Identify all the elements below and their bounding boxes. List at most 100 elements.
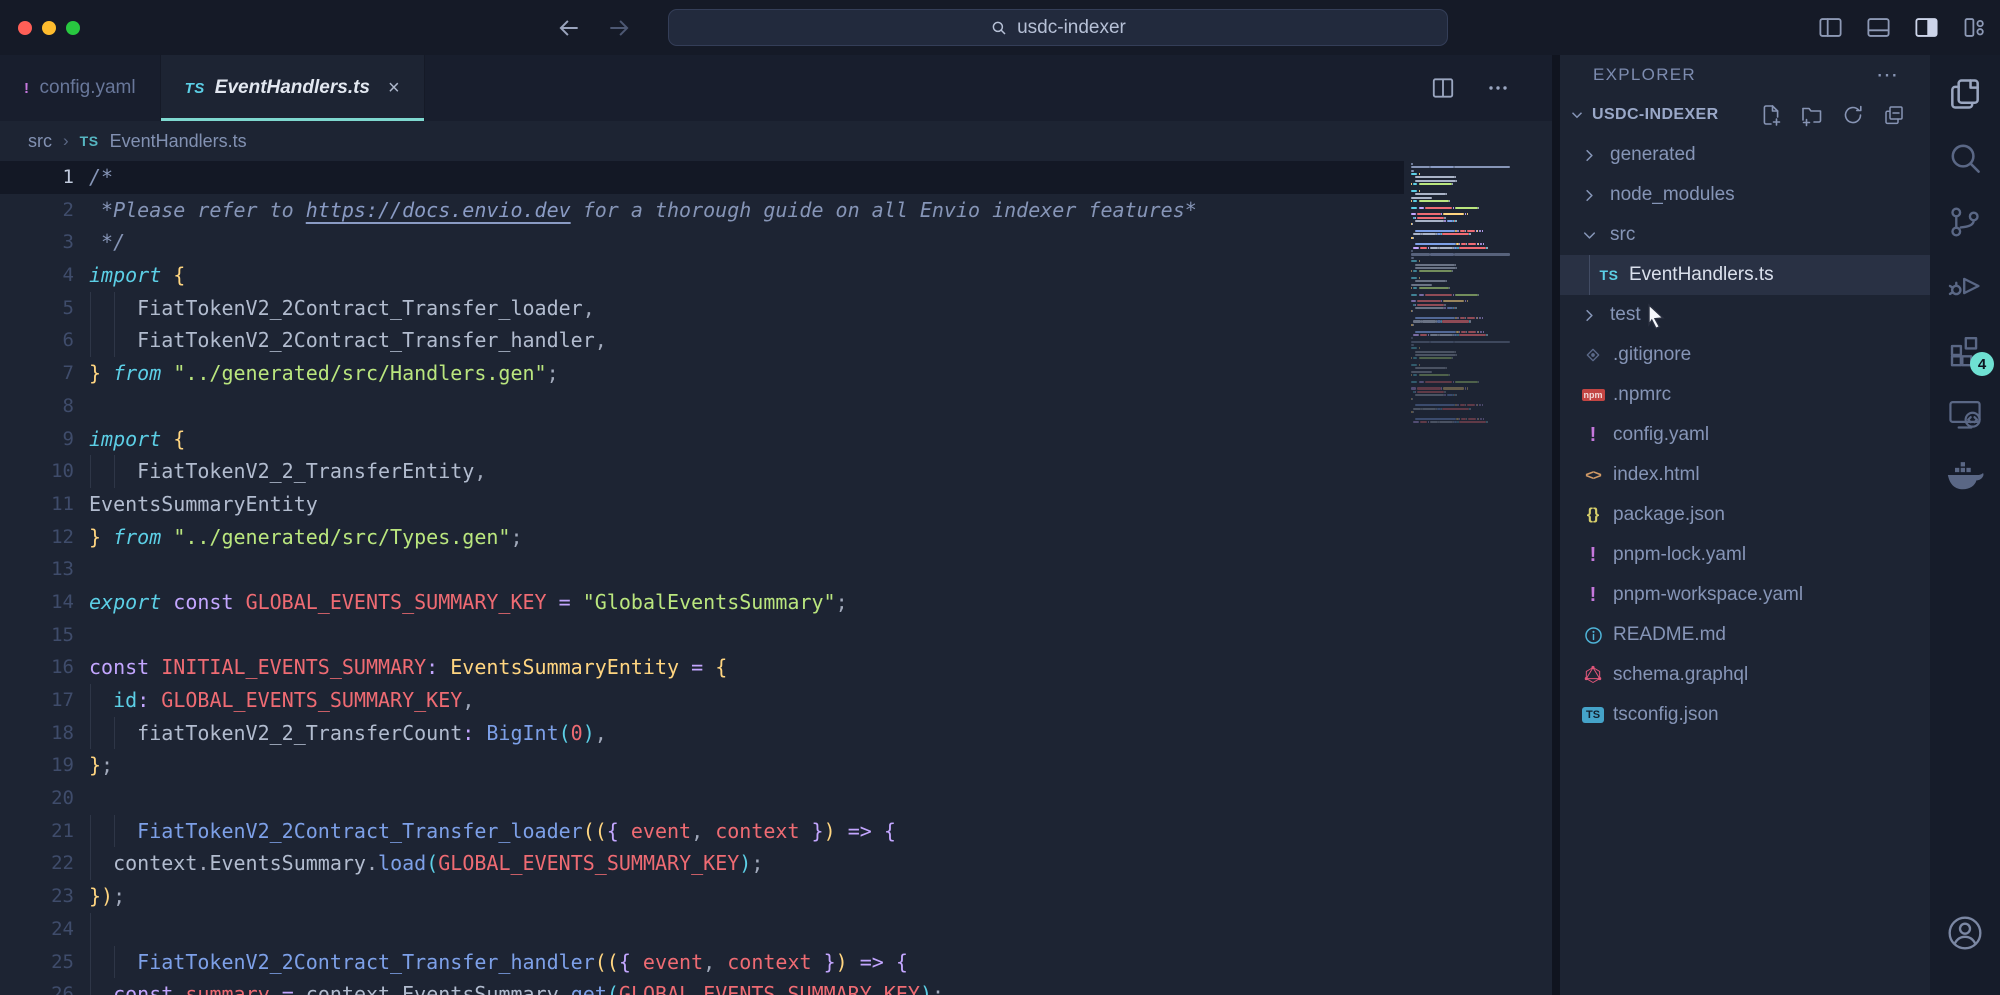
code-editor[interactable]: 1/*2 *Please refer to https://docs.envio…: [0, 161, 1552, 995]
line-number: 18: [0, 717, 89, 750]
activity-run-debug-icon[interactable]: [1946, 267, 1984, 305]
toggle-panel-button[interactable]: [1865, 14, 1892, 41]
tab-eventhandlers-ts[interactable]: TSEventHandlers.ts×: [161, 55, 425, 121]
split-editor-icon[interactable]: [1430, 75, 1456, 101]
activity-extensions-icon[interactable]: 4: [1946, 331, 1984, 369]
mouse-cursor: [1643, 303, 1669, 333]
code-line[interactable]: 8: [0, 390, 1552, 423]
activity-accounts-icon[interactable]: [1945, 913, 1985, 953]
back-arrow-icon[interactable]: [556, 15, 582, 41]
code-line[interactable]: 17 id: GLOBAL_EVENTS_SUMMARY_KEY,: [0, 684, 1552, 717]
activity-source-control-icon[interactable]: [1946, 203, 1984, 241]
code-line[interactable]: 2 *Please refer to https://docs.envio.de…: [0, 194, 1552, 227]
sidebar-divider[interactable]: [1552, 55, 1560, 995]
tree-file-tsconfig-json[interactable]: TStsconfig.json: [1560, 695, 1930, 735]
tree-folder-node-modules[interactable]: node_modules: [1560, 175, 1930, 215]
code-line[interactable]: 13: [0, 553, 1552, 586]
line-number: 21: [0, 815, 89, 848]
code-line[interactable]: 7} from "../generated/src/Handlers.gen";: [0, 357, 1552, 390]
indent-guide: [90, 978, 91, 995]
file-tree: generated node_modulessrcTSEventHandlers.…: [1560, 135, 1930, 735]
chevron-right-icon: [1580, 186, 1600, 205]
tree-file-readme-md[interactable]: README.md: [1560, 615, 1930, 655]
activity-docker-icon[interactable]: [1945, 459, 1985, 491]
close-window-button[interactable]: [18, 21, 32, 35]
code-line[interactable]: 26 const summary = context.EventsSummary…: [0, 978, 1552, 995]
line-number: 2: [0, 194, 89, 227]
code-line[interactable]: 15: [0, 619, 1552, 652]
code-line[interactable]: 22 context.EventsSummary.load(GLOBAL_EVE…: [0, 847, 1552, 880]
tree-folder-test[interactable]: test: [1560, 295, 1930, 335]
tree-item-label: package.json: [1613, 504, 1725, 526]
code-text: FiatTokenV2_2Contract_Transfer_loader(({…: [89, 815, 896, 848]
code-line[interactable]: 9import {: [0, 423, 1552, 456]
explorer-title: EXPLORER: [1593, 65, 1696, 85]
command-center-search[interactable]: usdc-indexer: [668, 9, 1448, 46]
breadcrumb-item[interactable]: src: [28, 131, 52, 152]
chevron-right-icon: [1580, 146, 1600, 165]
line-number: 6: [0, 324, 89, 357]
new-folder-icon[interactable]: [1800, 103, 1824, 127]
new-file-icon[interactable]: [1759, 103, 1783, 127]
customize-layout-button[interactable]: [1961, 14, 1988, 41]
activity-explorer-icon[interactable]: [1946, 75, 1984, 113]
code-text: FiatTokenV2_2_TransferEntity,: [89, 455, 486, 488]
code-line[interactable]: 19};: [0, 749, 1552, 782]
code-line[interactable]: 6 FiatTokenV2_2Contract_Transfer_handler…: [0, 324, 1552, 357]
tab-config-yaml[interactable]: !config.yaml: [0, 55, 161, 121]
tree-file-schema-graphql[interactable]: schema.graphql: [1560, 655, 1930, 695]
code-line[interactable]: 20: [0, 782, 1552, 815]
tree-file-pnpm-lock-yaml[interactable]: !pnpm-lock.yaml: [1560, 535, 1930, 575]
close-tab-icon[interactable]: ×: [388, 77, 400, 100]
code-line[interactable]: 23});: [0, 880, 1552, 913]
explorer-sidebar: EXPLORER ⋯ USDC-INDEXER generated node_mo…: [1560, 55, 1930, 995]
workspace-section-header[interactable]: USDC-INDEXER: [1560, 95, 1930, 135]
search-value: usdc-indexer: [1017, 17, 1126, 39]
tree-folder-generated[interactable]: generated: [1560, 135, 1930, 175]
title-bar: usdc-indexer: [0, 0, 2000, 55]
toggle-primary-sidebar-button[interactable]: [1817, 14, 1844, 41]
code-text: id: GLOBAL_EVENTS_SUMMARY_KEY,: [89, 684, 474, 717]
tree-file-eventhandlers-ts[interactable]: TSEventHandlers.ts: [1560, 255, 1930, 295]
indent-guide: [90, 684, 91, 717]
explorer-menu-icon[interactable]: ⋯: [1876, 62, 1900, 88]
code-line[interactable]: 21 FiatTokenV2_2Contract_Transfer_loader…: [0, 815, 1552, 848]
indent-guide: [90, 455, 91, 488]
tree-item-label: node_modules: [1610, 184, 1735, 206]
code-line[interactable]: 4import {: [0, 259, 1552, 292]
forward-arrow-icon[interactable]: [606, 15, 632, 41]
activity-remote-explorer-icon[interactable]: [1946, 395, 1984, 433]
collapse-all-icon[interactable]: [1882, 103, 1906, 127]
zoom-window-button[interactable]: [66, 21, 80, 35]
code-line[interactable]: 12} from "../generated/src/Types.gen";: [0, 521, 1552, 554]
code-line[interactable]: 24: [0, 913, 1552, 946]
tree-file--npmrc[interactable]: npm.npmrc: [1560, 375, 1930, 415]
tree-file-pnpm-workspace-yaml[interactable]: !pnpm-workspace.yaml: [1560, 575, 1930, 615]
code-line[interactable]: 18 fiatTokenV2_2_TransferCount: BigInt(0…: [0, 717, 1552, 750]
toggle-secondary-sidebar-button[interactable]: [1913, 14, 1940, 41]
tree-folder-src[interactable]: src: [1560, 215, 1930, 255]
code-line[interactable]: 1/*: [0, 161, 1552, 194]
tree-item-label: EventHandlers.ts: [1629, 264, 1774, 286]
code-line[interactable]: 25 FiatTokenV2_2Contract_Transfer_handle…: [0, 946, 1552, 979]
code-line[interactable]: 3 */: [0, 226, 1552, 259]
line-number: 24: [0, 913, 89, 946]
activity-search-icon[interactable]: [1946, 139, 1984, 177]
code-line[interactable]: 10 FiatTokenV2_2_TransferEntity,: [0, 455, 1552, 488]
code-text: const summary = context.EventsSummary.ge…: [89, 978, 944, 995]
tree-item-label: generated: [1610, 144, 1696, 166]
tree-file--gitignore[interactable]: .gitignore: [1560, 335, 1930, 375]
line-number: 1: [0, 161, 89, 194]
more-actions-icon[interactable]: [1486, 76, 1510, 100]
code-line[interactable]: 11EventsSummaryEntity: [0, 488, 1552, 521]
tree-file-index-html[interactable]: <>index.html: [1560, 455, 1930, 495]
tree-file-package-json[interactable]: {}package.json: [1560, 495, 1930, 535]
code-line[interactable]: 5 FiatTokenV2_2Contract_Transfer_loader,: [0, 292, 1552, 325]
minimize-window-button[interactable]: [42, 21, 56, 35]
tree-file-config-yaml[interactable]: !config.yaml: [1560, 415, 1930, 455]
breadcrumb-item[interactable]: EventHandlers.ts: [110, 131, 247, 152]
indent-guide: [114, 717, 115, 750]
code-line[interactable]: 14export const GLOBAL_EVENTS_SUMMARY_KEY…: [0, 586, 1552, 619]
code-line[interactable]: 16const INITIAL_EVENTS_SUMMARY: EventsSu…: [0, 651, 1552, 684]
refresh-icon[interactable]: [1841, 103, 1865, 127]
